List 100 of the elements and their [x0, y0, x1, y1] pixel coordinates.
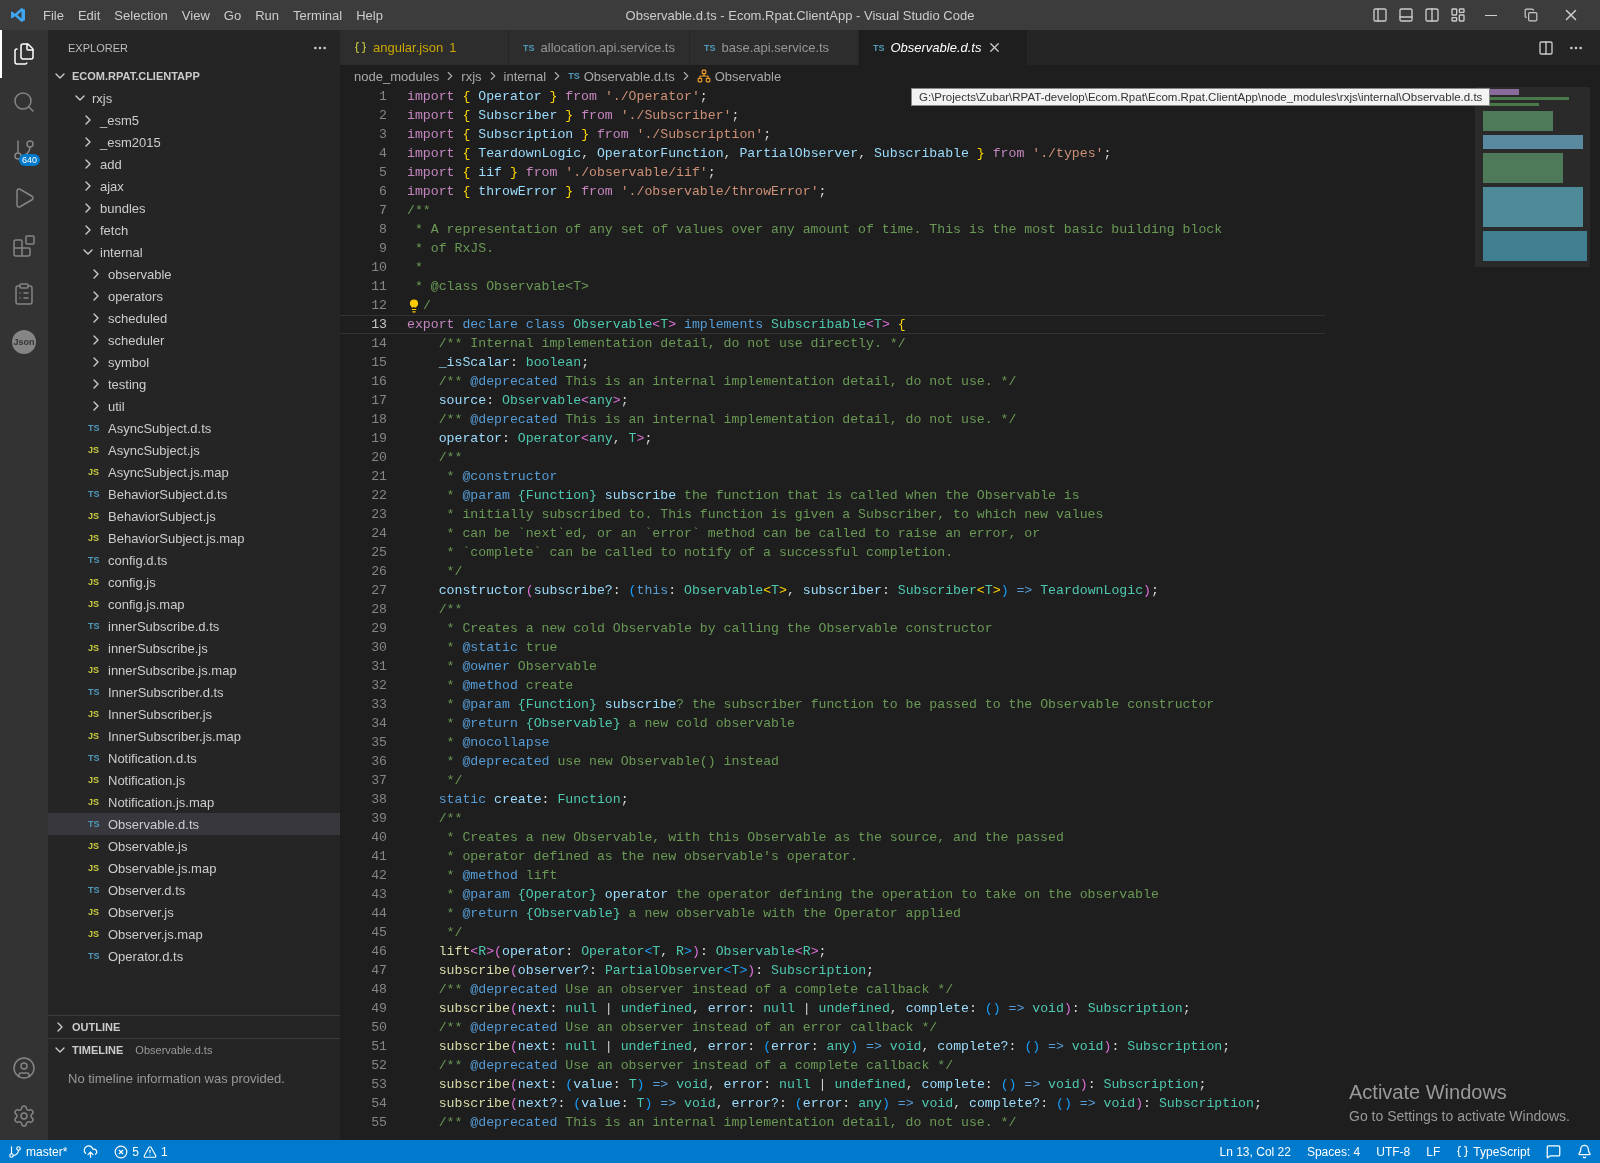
- tree-entry[interactable]: JS InnerSubscriber.js.map: [48, 725, 340, 747]
- line-number: 51: [370, 1039, 388, 1054]
- tree-entry[interactable]: JS Observer.js.map: [48, 923, 340, 945]
- item-label: Observer.js.map: [108, 926, 203, 942]
- editor-tab[interactable]: TS Observable.d.ts: [858, 30, 1028, 65]
- tree-entry[interactable]: internal: [48, 241, 340, 263]
- tree-entry[interactable]: TS Notification.d.ts: [48, 747, 340, 769]
- tree-entry[interactable]: scheduler: [48, 329, 340, 351]
- menu-item[interactable]: View: [174, 7, 217, 23]
- sidebar-toggle-icon[interactable]: [1372, 7, 1388, 23]
- tree-entry[interactable]: symbol: [48, 351, 340, 373]
- code-line: subscribe(next: (value: T) => void, error: null | undefined, complete: () => void): Subscription;: [437, 1077, 1207, 1092]
- tree-entry[interactable]: JS BehaviorSubject.js.map: [48, 527, 340, 549]
- line-number: 41: [370, 849, 388, 864]
- tree-entry[interactable]: JS config.js.map: [48, 593, 340, 615]
- tree-entry[interactable]: JS Observable.js: [48, 835, 340, 857]
- tree-entry[interactable]: observable: [48, 263, 340, 285]
- line-number: 22: [370, 488, 388, 503]
- split-editor-icon[interactable]: [1538, 39, 1554, 56]
- tree-entry[interactable]: TS config.d.ts: [48, 549, 340, 571]
- tree-entry[interactable]: JS Observable.js.map: [48, 857, 340, 879]
- activity-button[interactable]: Json: [0, 318, 48, 366]
- tree-entry[interactable]: TS InnerSubscriber.d.ts: [48, 681, 340, 703]
- item-label: rxjs: [92, 90, 113, 106]
- breadcrumb-item[interactable]: Observable: [714, 68, 782, 84]
- code-line: /** @deprecated This is an internal implementation detail, do not use. */: [437, 1115, 1017, 1130]
- tree-entry[interactable]: JS AsyncSubject.js: [48, 439, 340, 461]
- problems-status[interactable]: 5 1: [106, 1144, 176, 1159]
- code-line: */: [445, 773, 463, 788]
- tree-entry[interactable]: JS BehaviorSubject.js: [48, 505, 340, 527]
- tree-entry[interactable]: fetch: [48, 219, 340, 241]
- item-label: BehaviorSubject.js.map: [108, 530, 245, 546]
- tree-entry[interactable]: JS Notification.js.map: [48, 791, 340, 813]
- breadcrumb-item[interactable]: internal: [503, 68, 547, 84]
- menu-item[interactable]: Run: [248, 7, 286, 23]
- status-item[interactable]: Spaces: 4: [1298, 1144, 1369, 1159]
- code-line: * can be `next`ed, or an `error` method can be called to raise an error, or: [445, 526, 1041, 541]
- menu-item[interactable]: Go: [216, 7, 249, 23]
- menu-item[interactable]: Edit: [70, 7, 108, 23]
- tree-entry[interactable]: JS InnerSubscriber.js: [48, 703, 340, 725]
- editor-tab[interactable]: angular.json 1: [340, 30, 509, 65]
- code-line: /** @deprecated This is an internal implementation detail, do not use. */: [437, 412, 1017, 427]
- code-line: * @return {Observable} a new observable with the Operator applied: [445, 906, 961, 921]
- branch-status[interactable]: master*: [0, 1144, 76, 1159]
- tree-entry[interactable]: TS innerSubscribe.d.ts: [48, 615, 340, 637]
- status-item[interactable]: Ln 13, Col 22: [1211, 1144, 1299, 1159]
- tree-entry[interactable]: bundles: [48, 197, 340, 219]
- menu-item[interactable]: Terminal: [286, 7, 350, 23]
- panel-toggle-icon[interactable]: [1398, 7, 1414, 23]
- menu-item[interactable]: Help: [349, 7, 390, 23]
- status-item[interactable]: LF: [1418, 1144, 1449, 1159]
- code-line: import { Subscriber } from './Subscriber';: [407, 108, 740, 123]
- file-type-icon: TS: [88, 555, 104, 565]
- breadcrumb-item[interactable]: Observable.d.ts: [583, 68, 675, 84]
- columns-icon[interactable]: [1424, 7, 1440, 23]
- tree-entry[interactable]: JS Notification.js: [48, 769, 340, 791]
- breadcrumb-item[interactable]: node_modules: [354, 68, 440, 84]
- file-type-icon: JS: [88, 665, 104, 675]
- problem-count: 1: [449, 40, 457, 55]
- tree-entry[interactable]: _esm5: [48, 109, 340, 131]
- tree-entry[interactable]: TS Observable.d.ts: [48, 813, 340, 835]
- settings-icon: [12, 1104, 36, 1128]
- section-header[interactable]: OUTLINE: [48, 1015, 340, 1038]
- tab-label: angular.json: [373, 40, 444, 55]
- language-status[interactable]: TypeScript: [1448, 1144, 1538, 1159]
- menu-item[interactable]: Selection: [107, 7, 175, 23]
- tree-entry[interactable]: TS BehaviorSubject.d.ts: [48, 483, 340, 505]
- breadcrumb-item[interactable]: rxjs: [461, 68, 482, 84]
- tree-entry[interactable]: ajax: [48, 175, 340, 197]
- tree-entry[interactable]: testing: [48, 373, 340, 395]
- tree-entry[interactable]: JS AsyncSubject.js.map: [48, 461, 340, 483]
- line-number: 38: [370, 792, 388, 807]
- tree-entry[interactable]: JS innerSubscribe.js: [48, 637, 340, 659]
- item-label: _esm2015: [100, 134, 161, 150]
- tree-entry[interactable]: operators: [48, 285, 340, 307]
- item-label: Notification.js.map: [108, 794, 215, 810]
- tree-entry[interactable]: JS Observer.js: [48, 901, 340, 923]
- editor-tab[interactable]: TS allocation.api.service.ts: [509, 30, 690, 65]
- status-item[interactable]: UTF-8: [1368, 1144, 1419, 1159]
- tree-entry[interactable]: TS AsyncSubject.d.ts: [48, 417, 340, 439]
- tree-entry[interactable]: JS innerSubscribe.js.map: [48, 659, 340, 681]
- layout-icon[interactable]: [1450, 7, 1466, 23]
- lightbulb-icon[interactable]: [407, 298, 421, 313]
- tree-entry[interactable]: TS Operator.d.ts: [48, 945, 340, 967]
- code-line: * @return {Observable} a new cold observable: [445, 716, 795, 731]
- tree-entry[interactable]: scheduled: [48, 307, 340, 329]
- code-line: import { TeardownLogic, OperatorFunction, PartialObserver, Subscribable } from './types';: [407, 146, 1112, 161]
- editor-tab[interactable]: TS base.api.service.ts: [689, 30, 859, 65]
- activity-button[interactable]: 640: [0, 126, 48, 174]
- tree-entry[interactable]: rxjs: [48, 87, 340, 109]
- tree-entry[interactable]: _esm2015: [48, 131, 340, 153]
- code-line: static create: Function;: [437, 792, 629, 807]
- menu-item[interactable]: File: [36, 7, 71, 23]
- tree-entry[interactable]: util: [48, 395, 340, 417]
- code-line: constructor(subscribe?: (this: Observable<T>, subscriber: Subscriber<T>) => TeardownLogic);: [437, 583, 1159, 598]
- section-header[interactable]: TIMELINE Observable.d.ts: [48, 1038, 340, 1061]
- tree-entry[interactable]: JS config.js: [48, 571, 340, 593]
- tree-entry[interactable]: TS Observer.d.ts: [48, 879, 340, 901]
- section-header[interactable]: ECOM.RPAT.CLIENTAPP: [48, 65, 340, 87]
- tree-entry[interactable]: add: [48, 153, 340, 175]
